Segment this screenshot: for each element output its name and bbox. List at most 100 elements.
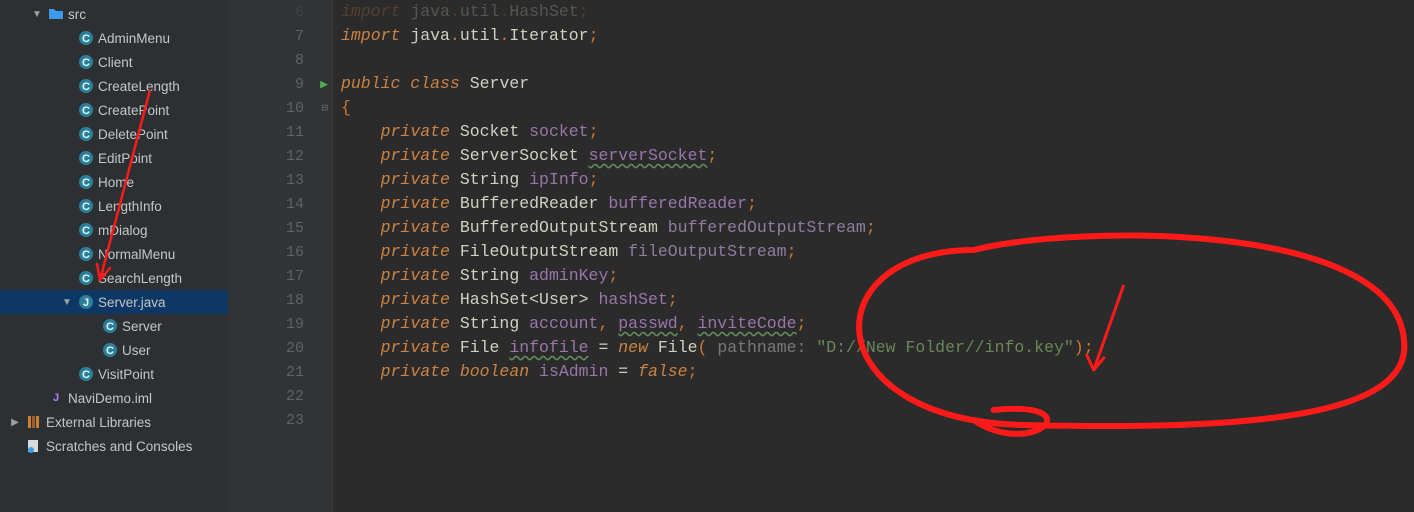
code-line[interactable]: private ServerSocket serverSocket; xyxy=(341,144,1414,168)
class-icon: C xyxy=(78,222,94,238)
svg-text:C: C xyxy=(82,33,90,45)
code-line[interactable]: { xyxy=(341,96,1414,120)
svg-text:J: J xyxy=(83,297,89,309)
line-number[interactable]: 11 xyxy=(228,120,332,144)
line-number[interactable]: 19 xyxy=(228,312,332,336)
tree-item[interactable]: C SearchLength xyxy=(0,266,228,290)
code-line[interactable]: private HashSet<User> hashSet; xyxy=(341,288,1414,312)
code-line[interactable]: private FileOutputStream fileOutputStrea… xyxy=(341,240,1414,264)
svg-text:C: C xyxy=(106,321,114,333)
svg-text:C: C xyxy=(106,345,114,357)
tree-item[interactable]: C Home xyxy=(0,170,228,194)
svg-text:C: C xyxy=(82,225,90,237)
class-icon: C xyxy=(78,366,94,382)
folder-icon xyxy=(48,6,64,22)
chevron-down-icon: ▼ xyxy=(60,297,74,308)
code-line[interactable]: import java.util.HashSet; xyxy=(341,0,1414,24)
code-line[interactable]: private File infofile = new File( pathna… xyxy=(341,336,1414,360)
tree-item-label: DeletePoint xyxy=(98,127,168,142)
line-number[interactable]: 18 xyxy=(228,288,332,312)
line-number[interactable]: 17 xyxy=(228,264,332,288)
svg-text:C: C xyxy=(82,129,90,141)
line-number[interactable]: 10⊟ xyxy=(228,96,332,120)
code-line[interactable] xyxy=(341,384,1414,408)
tree-item[interactable]: CAdminMenu xyxy=(0,26,228,50)
line-number[interactable]: 14 xyxy=(228,192,332,216)
line-number[interactable]: 20 xyxy=(228,336,332,360)
tree-item[interactable]: C Server xyxy=(0,314,228,338)
code-line[interactable]: private boolean isAdmin = false; xyxy=(341,360,1414,384)
code-line[interactable]: private String account, passwd, inviteCo… xyxy=(341,312,1414,336)
line-number[interactable]: 15 xyxy=(228,216,332,240)
line-number[interactable]: 22 xyxy=(228,384,332,408)
line-number[interactable]: 8 xyxy=(228,48,332,72)
tree-item-label: EditPoint xyxy=(98,151,152,166)
code-line[interactable] xyxy=(341,408,1414,432)
tree-item-label: Server xyxy=(122,319,162,334)
class-icon: C xyxy=(78,54,94,70)
chevron-down-icon: ▼ xyxy=(30,9,44,20)
line-number[interactable]: 9▶ xyxy=(228,72,332,96)
class-icon: C xyxy=(102,342,118,358)
code-line[interactable]: private BufferedReader bufferedReader; xyxy=(341,192,1414,216)
code-line[interactable]: import java.util.Iterator; xyxy=(341,24,1414,48)
code-line[interactable]: public class Server xyxy=(341,72,1414,96)
line-number[interactable]: 6 xyxy=(228,0,332,24)
tree-external-libraries[interactable]: ▶ External Libraries xyxy=(0,410,228,434)
line-number[interactable]: 12 xyxy=(228,144,332,168)
code-line[interactable]: private Socket socket; xyxy=(341,120,1414,144)
chevron-right-icon: ▶ xyxy=(8,417,22,428)
tree-item[interactable]: CCreatePoint xyxy=(0,98,228,122)
svg-text:C: C xyxy=(82,369,90,381)
line-number[interactable]: 23 xyxy=(228,408,332,432)
line-number[interactable]: 16 xyxy=(228,240,332,264)
java-file-icon: J xyxy=(78,294,94,310)
project-tree[interactable]: ▼ src CAdminMenuCClientCCreateLengthCCre… xyxy=(0,0,228,512)
run-icon[interactable]: ▶ xyxy=(320,77,328,92)
code-line[interactable] xyxy=(341,48,1414,72)
line-number[interactable]: 7 xyxy=(228,24,332,48)
tree-item-label: mDialog xyxy=(98,223,148,238)
tree-item[interactable]: ▼JServer.java xyxy=(0,290,228,314)
class-icon: C xyxy=(78,150,94,166)
tree-item[interactable]: CNormalMenu xyxy=(0,242,228,266)
code-line[interactable]: private String adminKey; xyxy=(341,264,1414,288)
code-editor[interactable]: import java.util.HashSet;import java.uti… xyxy=(333,0,1414,512)
tree-item[interactable]: CClient xyxy=(0,50,228,74)
tree-item[interactable]: CCreateLength xyxy=(0,74,228,98)
tree-item[interactable]: CUser xyxy=(0,338,228,362)
svg-text:C: C xyxy=(82,81,90,93)
class-icon: C xyxy=(102,318,118,334)
tree-folder-src[interactable]: ▼ src xyxy=(0,2,228,26)
editor-gutter[interactable]: 6789▶10⊟11121314151617181920212223 xyxy=(228,0,333,512)
code-line[interactable]: private String ipInfo; xyxy=(341,168,1414,192)
fold-icon[interactable]: ⊟ xyxy=(321,101,328,115)
tree-item[interactable]: CVisitPoint xyxy=(0,362,228,386)
tree-item[interactable]: CmDialog xyxy=(0,218,228,242)
svg-text:C: C xyxy=(82,201,90,213)
class-icon: C xyxy=(78,126,94,142)
tree-item[interactable]: CLengthInfo xyxy=(0,194,228,218)
class-icon: C xyxy=(78,270,94,286)
class-icon: C xyxy=(78,198,94,214)
svg-text:C: C xyxy=(82,249,90,261)
tree-file-iml[interactable]: J NaviDemo.iml xyxy=(0,386,228,410)
line-number[interactable]: 13 xyxy=(228,168,332,192)
library-icon xyxy=(26,414,42,430)
line-number[interactable]: 21 xyxy=(228,360,332,384)
node-label: External Libraries xyxy=(46,415,151,430)
folder-label: src xyxy=(68,7,86,22)
file-label: NaviDemo.iml xyxy=(68,391,152,406)
svg-text:C: C xyxy=(82,177,90,189)
tree-item[interactable]: C DeletePoint xyxy=(0,122,228,146)
class-icon: C xyxy=(78,174,94,190)
svg-text:C: C xyxy=(82,153,90,165)
tree-scratches[interactable]: Scratches and Consoles xyxy=(0,434,228,458)
tree-item-label: SearchLength xyxy=(98,271,182,286)
tree-item[interactable]: C EditPoint xyxy=(0,146,228,170)
scratch-icon xyxy=(26,438,42,454)
code-line[interactable]: private BufferedOutputStream bufferedOut… xyxy=(341,216,1414,240)
tree-item-label: Home xyxy=(98,175,134,190)
class-icon: C xyxy=(78,30,94,46)
tree-item-label: CreatePoint xyxy=(98,103,169,118)
